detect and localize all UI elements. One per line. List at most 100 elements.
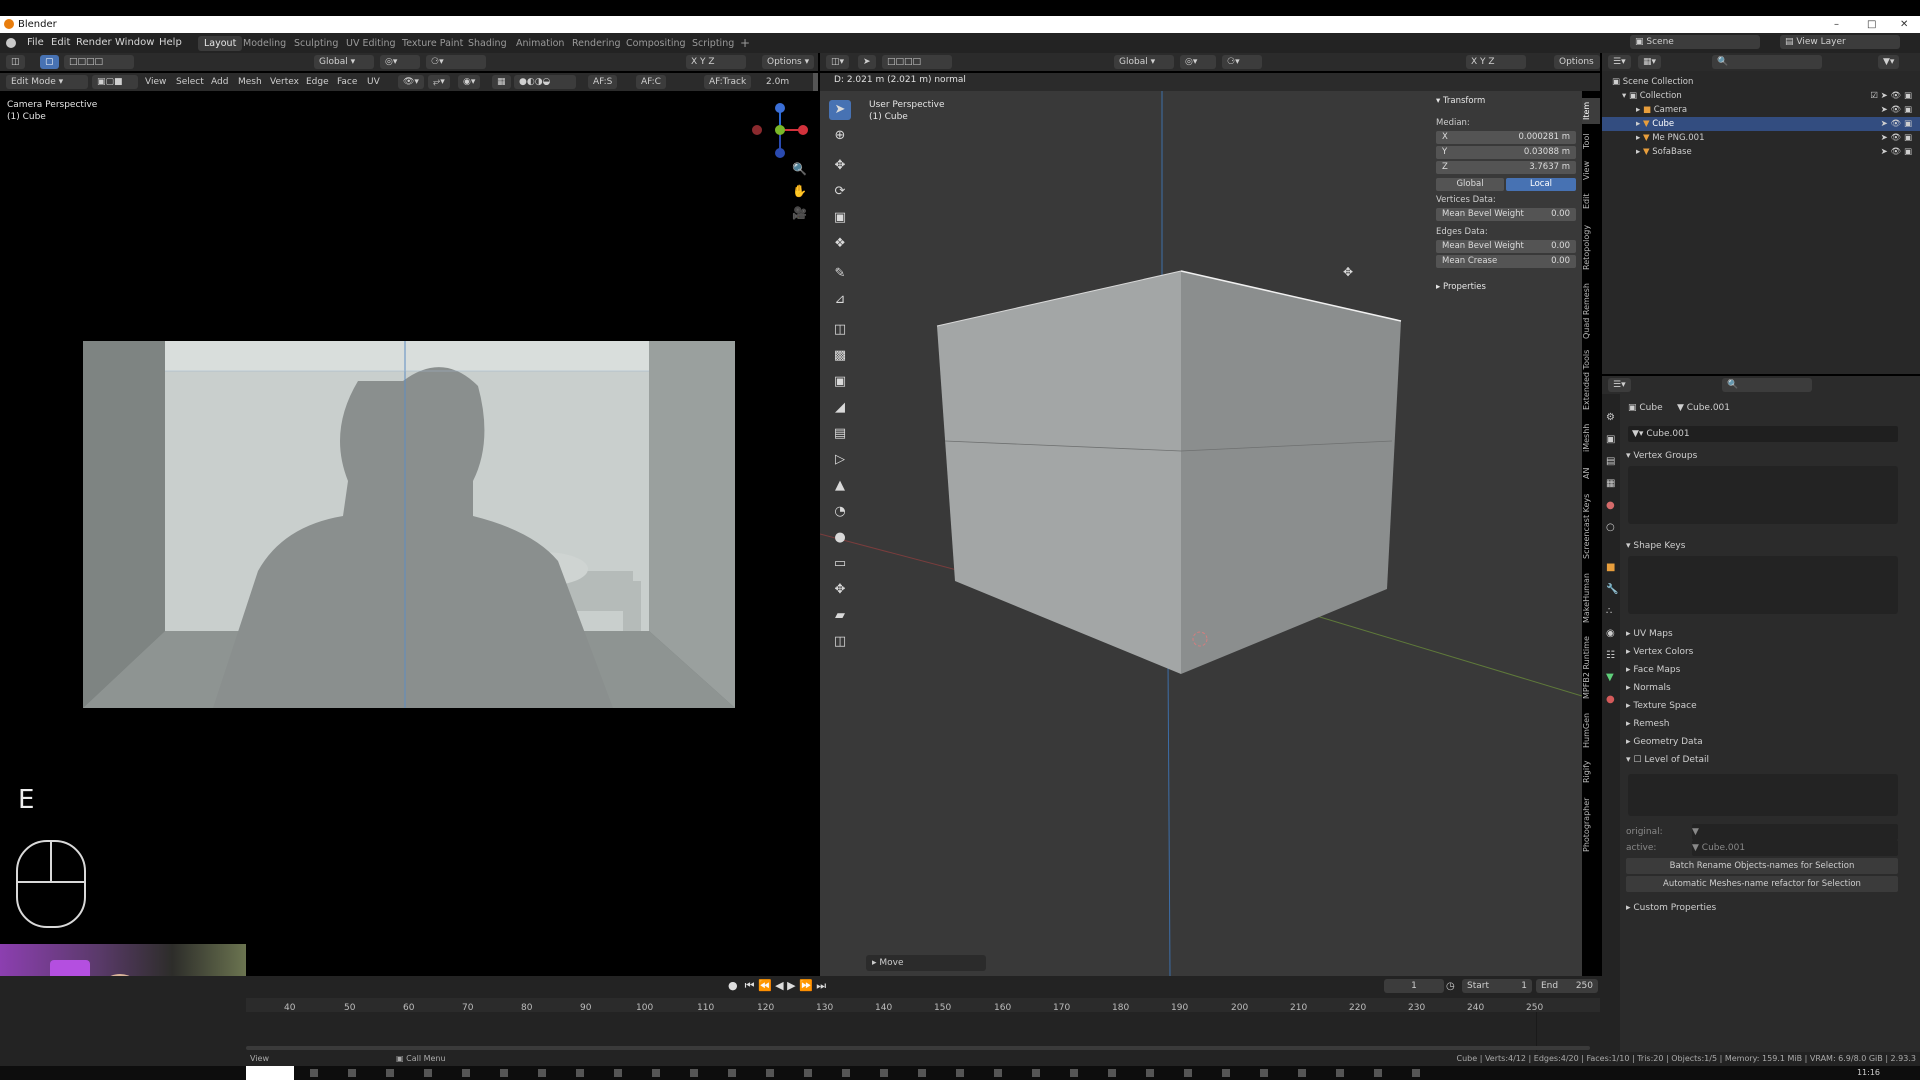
transform-panel-header[interactable]: ▾ Transform (1436, 95, 1485, 108)
right-options-dropdown[interactable]: Options ▾ (1554, 55, 1600, 81)
right-select-mode-buttons[interactable]: □□□□ (882, 55, 952, 69)
auto-rename-button[interactable]: Automatic Meshes-name refactor for Selec… (1626, 876, 1898, 892)
snap-buttons[interactable]: ⚆▾ (426, 55, 486, 69)
knife-tool-icon[interactable]: ▷ (829, 450, 851, 470)
outliner-item[interactable]: ▸ ▼ Me PNG.001 ➤ 👁 ▣ (1602, 131, 1920, 145)
rotate-tool-icon[interactable]: ⟳ (829, 182, 851, 202)
menu-render[interactable]: Render (76, 33, 112, 53)
scene-properties-icon[interactable]: ● (1606, 500, 1615, 511)
batch-rename-button[interactable]: Batch Rename Objects-names for Selection (1626, 858, 1898, 874)
sidebar-tab-mpfb2-runtime[interactable]: MPFB2 Runtime (1582, 632, 1600, 704)
median-z-field[interactable]: Z 3.7637 m (1436, 161, 1576, 174)
outliner-search[interactable]: 🔍 (1712, 55, 1822, 69)
right-orientation-dropdown[interactable]: Global ▾ (1114, 55, 1174, 69)
tab-compositing[interactable]: Compositing (620, 36, 692, 51)
smooth-tool-icon[interactable]: ● (829, 528, 851, 548)
panel-remesh[interactable]: ▸ Remesh (1626, 716, 1669, 732)
spin-tool-icon[interactable]: ◔ (829, 502, 851, 522)
orientation-dropdown[interactable]: Global ▾ (314, 55, 374, 69)
transform-tool-icon[interactable]: ❖ (829, 234, 851, 254)
vertex-bevel-weight-field[interactable]: Mean Bevel Weight 0.00 (1436, 208, 1576, 221)
right-select-icon[interactable]: ➤ (858, 55, 876, 69)
pivot-dropdown[interactable]: ◎▾ (380, 55, 420, 69)
sidebar-tab-screencast-keys[interactable]: Screencast Keys (1582, 488, 1600, 564)
tab-modeling[interactable]: Modeling (237, 36, 292, 51)
tab-texture-paint[interactable]: Texture Paint (396, 36, 469, 51)
gizmo-icon[interactable]: ⥂▾ (428, 75, 450, 89)
timeline-ruler[interactable] (246, 998, 1600, 1012)
menu-edit[interactable]: Edit (51, 33, 70, 53)
panel-custom-properties[interactable]: ▸ Custom Properties (1626, 900, 1716, 916)
particles-properties-icon[interactable]: ∴ (1606, 606, 1612, 617)
editor-type-icon[interactable]: ◫ (6, 55, 25, 69)
panel-level-of-detail[interactable]: ▾ ☐ Level of Detail (1626, 752, 1709, 768)
sidebar-tab-extended-tools[interactable]: Extended Tools (1582, 346, 1600, 414)
world-properties-icon[interactable]: ○ (1606, 522, 1615, 533)
menu-edge[interactable]: Edge (306, 73, 329, 91)
tab-animation[interactable]: Animation (510, 36, 570, 51)
poly-build-tool-icon[interactable]: ▲ (829, 476, 851, 496)
outliner-item[interactable]: ▸ ▼ SofaBase ➤ 👁 ▣ (1602, 145, 1920, 159)
tab-scripting[interactable]: Scripting (686, 36, 740, 51)
output-properties-icon[interactable]: ▤ (1606, 456, 1615, 467)
outliner-item-selected[interactable]: ▸ ▼ Cube ➤ 👁 ▣ (1602, 117, 1920, 131)
scale-tool-icon[interactable]: ▣ (829, 208, 851, 228)
object-properties-icon[interactable]: ■ (1606, 562, 1615, 573)
menu-help[interactable]: Help (159, 33, 182, 53)
pan-hand-icon[interactable]: ✋ (792, 184, 807, 198)
af-c-button[interactable]: AF:C (636, 75, 666, 89)
global-toggle[interactable]: Global (1436, 178, 1504, 191)
original-field[interactable]: ▼ (1692, 824, 1898, 840)
panel-texture-space[interactable]: ▸ Texture Space (1626, 698, 1697, 714)
view-object-types-icon[interactable]: 👁▾ (398, 75, 424, 89)
lod-list[interactable] (1628, 774, 1898, 816)
scene-selector[interactable]: ▣ Scene (1630, 35, 1760, 49)
add-workspace-icon[interactable]: + (734, 36, 756, 51)
select-mode-buttons[interactable]: □□□□ (64, 55, 134, 69)
sidebar-tab-photographer[interactable]: Photographer (1582, 794, 1600, 856)
current-frame-field[interactable]: 1 (1384, 979, 1444, 993)
menu-mesh[interactable]: Mesh (238, 73, 262, 91)
edge-bevel-weight-field[interactable]: Mean Bevel Weight 0.00 (1436, 240, 1576, 253)
panel-geometry-data[interactable]: ▸ Geometry Data (1626, 734, 1703, 750)
camera-view-icon[interactable]: 🎥 (792, 206, 807, 220)
af-track-button[interactable]: AF:Track (704, 75, 752, 89)
outliner-collection[interactable]: ▾ ▣ Collection ☑ ➤ 👁 ▣ (1602, 89, 1920, 103)
shading-mode-buttons[interactable]: ●◐◑◒ (514, 75, 576, 89)
mesh-data-field[interactable]: ▼▾ Cube.001 (1628, 426, 1898, 442)
properties-editor-type-icon[interactable]: ☰▾ (1608, 378, 1631, 392)
view-layer-selector[interactable]: ▤ View Layer (1780, 35, 1900, 49)
panel-vertex-groups[interactable]: ▾ Vertex Groups (1626, 448, 1697, 464)
shear-tool-icon[interactable]: ▰ (829, 606, 851, 626)
collection-visibility-icons[interactable]: ☑ ➤ 👁 ▣ (1870, 89, 1912, 103)
select-box-icon[interactable]: ▢ (40, 55, 59, 69)
select-mode-icons[interactable]: ▣▢■ (92, 75, 138, 89)
tab-rendering[interactable]: Rendering (566, 36, 627, 51)
rip-tool-icon[interactable]: ◫ (829, 632, 851, 652)
focus-distance[interactable]: 2.0m (766, 73, 789, 91)
menu-view[interactable]: View (145, 73, 166, 91)
maximize-icon[interactable]: □ (1867, 16, 1876, 33)
right-snap-buttons[interactable]: ⚆▾ (1222, 55, 1262, 69)
sidebar-tab-humgen[interactable]: HumGen (1582, 708, 1600, 752)
active-field[interactable]: ▼ Cube.001 (1692, 840, 1898, 856)
panel-normals[interactable]: ▸ Normals (1626, 680, 1671, 696)
sidebar-tab-imeshh[interactable]: iMeshh (1582, 418, 1600, 458)
outliner-display-mode-icon[interactable]: ▦▾ (1638, 55, 1662, 69)
render-properties-icon[interactable]: ▣ (1606, 434, 1615, 445)
af-s-button[interactable]: AF:S (588, 75, 618, 89)
last-operator-panel[interactable]: ▸ Move (866, 955, 986, 971)
item-visibility-icons[interactable]: ➤ 👁 ▣ (1881, 145, 1912, 159)
start-frame-field[interactable]: Start 1 (1462, 979, 1532, 993)
median-x-field[interactable]: X 0.000281 m (1436, 131, 1576, 144)
menu-add[interactable]: Add (211, 73, 228, 91)
sidebar-tab-makehuman[interactable]: MakeHuman (1582, 568, 1600, 628)
cursor-tool-icon[interactable]: ⊕ (829, 126, 851, 146)
view-layer-properties-icon[interactable]: ▦ (1606, 478, 1615, 489)
properties-search[interactable]: 🔍 (1722, 378, 1812, 392)
median-y-field[interactable]: Y 0.03088 m (1436, 146, 1576, 159)
start-button[interactable] (246, 1066, 294, 1080)
item-visibility-icons[interactable]: ➤ 👁 ▣ (1881, 117, 1912, 131)
sidebar-tab-rigify[interactable]: Rigify (1582, 756, 1600, 788)
select-tool-icon[interactable]: ➤ (829, 100, 851, 120)
